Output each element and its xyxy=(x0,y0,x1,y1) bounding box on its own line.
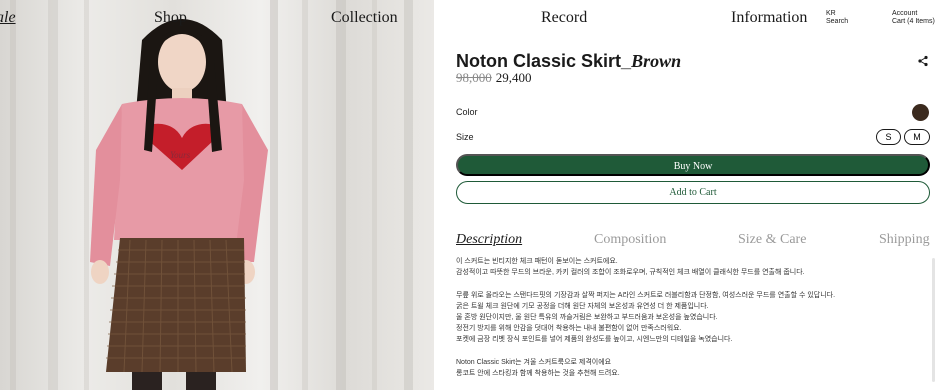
nav-information[interactable]: Information xyxy=(731,9,807,27)
description-panel: 이 스커트는 빈티지한 체크 패턴이 돋보이는 스커트에요. 감성적이고 따뜻한… xyxy=(456,256,928,379)
description-scrollbar[interactable] xyxy=(932,258,935,382)
nav-sale[interactable]: ale xyxy=(0,9,16,27)
product-title: Noton Classic Skirt_Brown xyxy=(456,51,681,72)
add-to-cart-button[interactable]: Add to Cart xyxy=(456,181,930,204)
share-icon[interactable] xyxy=(917,54,929,67)
product-photo[interactable]: Yours xyxy=(0,0,434,390)
tab-shipping[interactable]: Shipping xyxy=(879,232,930,248)
color-swatch-brown[interactable] xyxy=(912,104,929,121)
nav-collection[interactable]: Collection xyxy=(331,9,398,27)
nav-record[interactable]: Record xyxy=(541,9,587,27)
model-photo-illustration xyxy=(10,0,413,390)
description-line: 무릎 위로 올라오는 스탠다드핏의 기장감과 살짝 퍼지는 A라인 스커트로 러… xyxy=(456,291,836,299)
description-line: 롱코트 안에 스타킹과 함께 착용하는 것을 추천해 드려요. xyxy=(456,370,620,377)
buy-now-button[interactable]: Buy Now xyxy=(456,154,930,176)
product-title-main: Noton Classic Skirt_ xyxy=(456,51,632,71)
nav-shop[interactable]: Shop xyxy=(154,9,187,27)
description-line: 울 혼방 원단이지만, 울 원단 특유의 까슬거림은 보완하고 부드러움과 보온… xyxy=(456,314,718,321)
color-label: Color xyxy=(456,107,478,117)
account-link[interactable]: Account xyxy=(892,10,917,18)
sweater-text: Yours xyxy=(170,150,191,160)
description-line: 포켓에 금장 리벳 장식 포인트를 넣어 제품의 완성도를 높이고, 시엔느만의… xyxy=(456,336,733,344)
tab-description[interactable]: Description xyxy=(456,232,522,248)
tab-composition[interactable]: Composition xyxy=(594,232,666,248)
product-title-color: Brown xyxy=(631,51,682,71)
language-switch[interactable]: KR xyxy=(826,10,836,18)
cart-link[interactable]: Cart (4 Items) xyxy=(892,18,935,26)
price-sale: 29,400 xyxy=(495,70,532,85)
tab-size-care[interactable]: Size & Care xyxy=(738,232,806,248)
price-original: 98,000 xyxy=(456,70,492,85)
size-label: Size xyxy=(456,132,474,142)
price-row: 98,000 29,400 xyxy=(456,70,532,86)
size-option-m[interactable]: M xyxy=(904,129,930,145)
description-line: 이 스커트는 빈티지한 체크 패턴이 돋보이는 스커트에요. xyxy=(456,258,618,265)
description-line: 감성적이고 따뜻한 무드의 브라운, 카키 컬러의 조합이 조화로우며, 규칙적… xyxy=(456,269,805,277)
search-link[interactable]: Search xyxy=(826,18,848,26)
description-line: Noton Classic Skirt는 겨울 스커트룩으로 제격이에요 xyxy=(456,358,612,366)
description-line: 정전기 방지를 위해 안감을 덧대어 착용하는 내내 불편함이 없어 만족스러워… xyxy=(456,325,682,333)
description-line: 굵은 트윌 체크 원단에 기모 공정을 더해 원단 자체의 보온성과 유연성 더… xyxy=(456,302,709,310)
size-option-s[interactable]: S xyxy=(876,129,901,145)
